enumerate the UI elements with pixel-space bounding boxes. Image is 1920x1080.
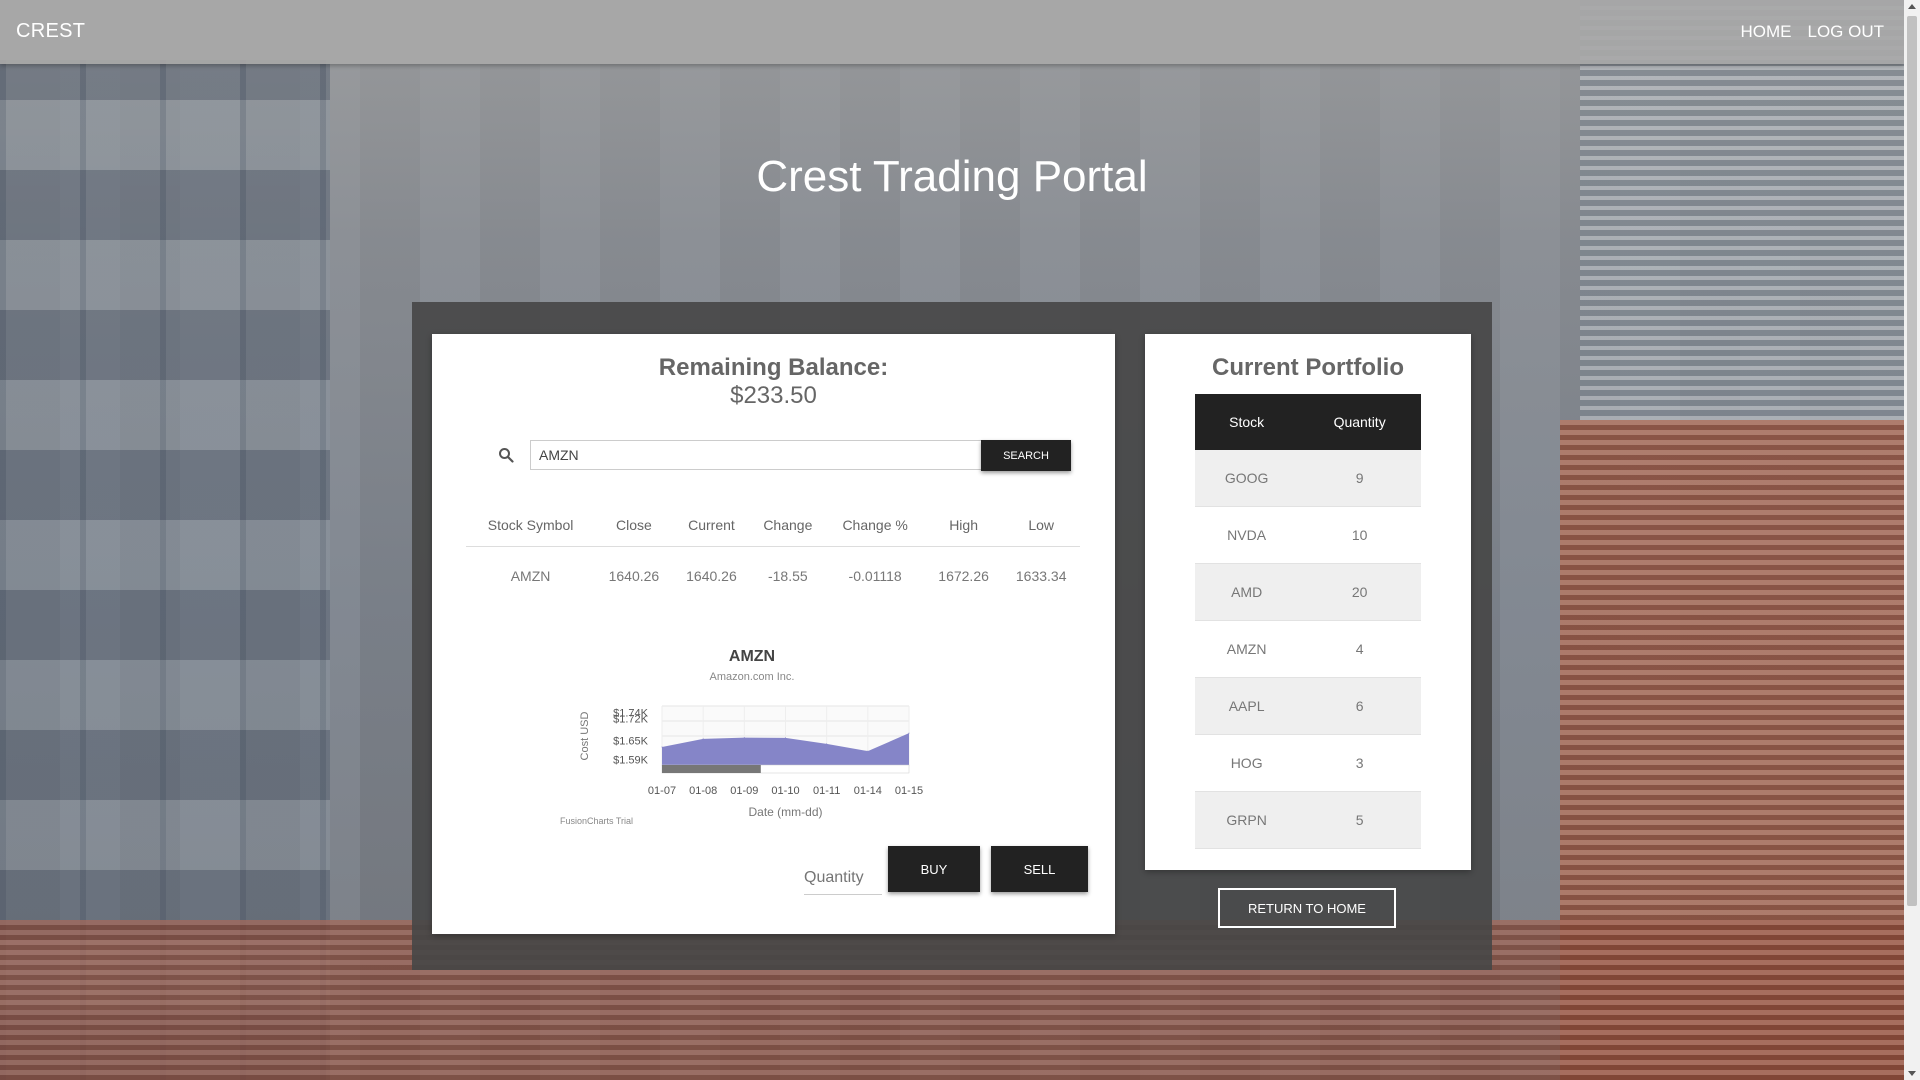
quantity-cell: 20 bbox=[1298, 563, 1421, 621]
column-header: Quantity bbox=[1298, 394, 1421, 450]
scrollbar[interactable] bbox=[1904, 0, 1920, 1080]
y-tick-label: $1.65K bbox=[613, 736, 649, 748]
quantity-cell: 4 bbox=[1298, 620, 1421, 678]
y-tick-label: $1.59K bbox=[613, 755, 649, 767]
column-header: Close bbox=[595, 504, 673, 547]
y-axis-label: Cost USD bbox=[579, 711, 591, 760]
x-tick-label: 01-11 bbox=[813, 785, 840, 797]
quantity-cell: 9 bbox=[1298, 450, 1421, 507]
data-point bbox=[826, 743, 828, 745]
column-header: Current bbox=[672, 504, 751, 547]
stock-cell: AMD bbox=[1195, 563, 1299, 621]
quantity-input[interactable] bbox=[804, 862, 882, 895]
return-to-home-button[interactable]: RETURN TO HOME bbox=[1218, 888, 1396, 928]
scroll-down-icon[interactable] bbox=[1908, 1071, 1916, 1076]
table-cell: 1633.34 bbox=[1015, 568, 1067, 584]
search-button[interactable]: SEARCH bbox=[981, 440, 1071, 471]
table-cell: -18.55 bbox=[767, 568, 808, 584]
trade-card: Remaining Balance: $233.50 SEARCH Stock … bbox=[432, 334, 1115, 934]
nav-home-link[interactable]: HOME bbox=[1740, 22, 1791, 42]
x-tick-label: 01-14 bbox=[854, 785, 882, 797]
table-cell: AMZN bbox=[510, 568, 551, 584]
stock-cell: GRPN bbox=[1195, 791, 1299, 849]
search-icon bbox=[499, 448, 514, 463]
x-axis-label: Date (mm-dd) bbox=[748, 805, 822, 819]
column-header: Low bbox=[1002, 504, 1080, 547]
data-point bbox=[867, 750, 869, 752]
search-input[interactable] bbox=[530, 440, 984, 470]
table-row: AAPL 6 bbox=[1195, 677, 1421, 735]
x-tick-label: 01-09 bbox=[730, 785, 758, 797]
table-row: NVDA 10 bbox=[1195, 506, 1421, 564]
x-tick-label: 01-15 bbox=[895, 785, 923, 797]
table-row: HOG 3 bbox=[1195, 734, 1421, 792]
navbar: CREST HOME LOG OUT bbox=[0, 0, 1904, 64]
x-tick-label: 01-07 bbox=[648, 785, 676, 797]
quantity-cell: 3 bbox=[1298, 734, 1421, 792]
stock-cell: HOG bbox=[1195, 734, 1299, 792]
scroll-thumb[interactable] bbox=[1907, 16, 1917, 906]
data-point bbox=[785, 737, 786, 739]
table-row: GOOG 9 bbox=[1195, 450, 1421, 507]
table-cell: 1640.26 bbox=[608, 568, 660, 584]
table-row: AMZN 4 bbox=[1195, 620, 1421, 678]
balance-label: Remaining Balance: bbox=[658, 354, 889, 381]
column-header: Change bbox=[750, 504, 826, 547]
data-point bbox=[743, 737, 745, 739]
quantity-cell: 5 bbox=[1298, 791, 1421, 849]
table-cell: 1640.26 bbox=[686, 568, 737, 584]
navigator-handle bbox=[662, 765, 761, 773]
quote-header-row: Stock Symbol Close Current Change Change… bbox=[466, 504, 1080, 547]
page-title: Crest Trading Portal bbox=[756, 152, 1148, 201]
table-row: GRPN 5 bbox=[1195, 791, 1421, 849]
brand-logo[interactable]: CREST bbox=[16, 20, 85, 43]
balance-value: $233.50 bbox=[730, 382, 817, 409]
buy-button[interactable]: BUY bbox=[888, 846, 980, 892]
portfolio-title: Current Portfolio bbox=[1212, 354, 1404, 381]
column-header: Stock Symbol bbox=[466, 504, 596, 547]
chart-canvas: $1.74K$1.72K$1.65K$1.59K01-07 01-08 01-09 0… bbox=[579, 705, 923, 819]
column-header: High bbox=[924, 504, 1003, 547]
nav-links: HOME LOG OUT bbox=[1740, 22, 1884, 42]
quote-table: Stock Symbol Close Current Change Change… bbox=[466, 504, 1080, 605]
data-point bbox=[702, 738, 704, 740]
y-tick-label: $1.72K bbox=[613, 714, 649, 726]
quantity-cell: 6 bbox=[1298, 677, 1421, 735]
column-header: Change % bbox=[825, 504, 925, 547]
data-point bbox=[908, 732, 910, 734]
sell-button[interactable]: SELL bbox=[991, 846, 1088, 892]
nav-logout-link[interactable]: LOG OUT bbox=[1807, 22, 1884, 42]
x-tick-label: 01-10 bbox=[771, 785, 799, 797]
table-cell: 1672.26 bbox=[938, 568, 989, 584]
quantity-cell: 10 bbox=[1298, 506, 1421, 564]
column-header: Stock bbox=[1195, 394, 1299, 450]
table-cell: -0.01118 bbox=[848, 568, 902, 584]
stock-cell: NVDA bbox=[1195, 506, 1299, 564]
x-tick-label: 01-08 bbox=[689, 785, 717, 797]
chart-watermark: FusionCharts Trial bbox=[560, 816, 634, 826]
data-point bbox=[661, 746, 663, 748]
scroll-up-icon[interactable] bbox=[1908, 4, 1916, 9]
stock-cell: AAPL bbox=[1195, 677, 1299, 735]
portfolio-header-row: Stock Quantity bbox=[1195, 394, 1421, 450]
table-row: AMZN 1640.26 1640.26 -18.55 -0.01118 167… bbox=[466, 547, 1080, 606]
stock-cell: AMZN bbox=[1195, 620, 1299, 678]
price-chart: AMZN Amazon.com Inc. $1.74K $1.72K $1.65K $… bbox=[552, 640, 1012, 830]
stock-cell: GOOG bbox=[1195, 450, 1299, 507]
portfolio-card: Current Portfolio Stock Quantity GOOG 9 … bbox=[1145, 334, 1471, 870]
table-row: AMD 20 bbox=[1195, 563, 1421, 621]
portfolio-table: Stock Quantity GOOG 9 NVDA 10 AMD 20 AMZ… bbox=[1195, 394, 1421, 849]
